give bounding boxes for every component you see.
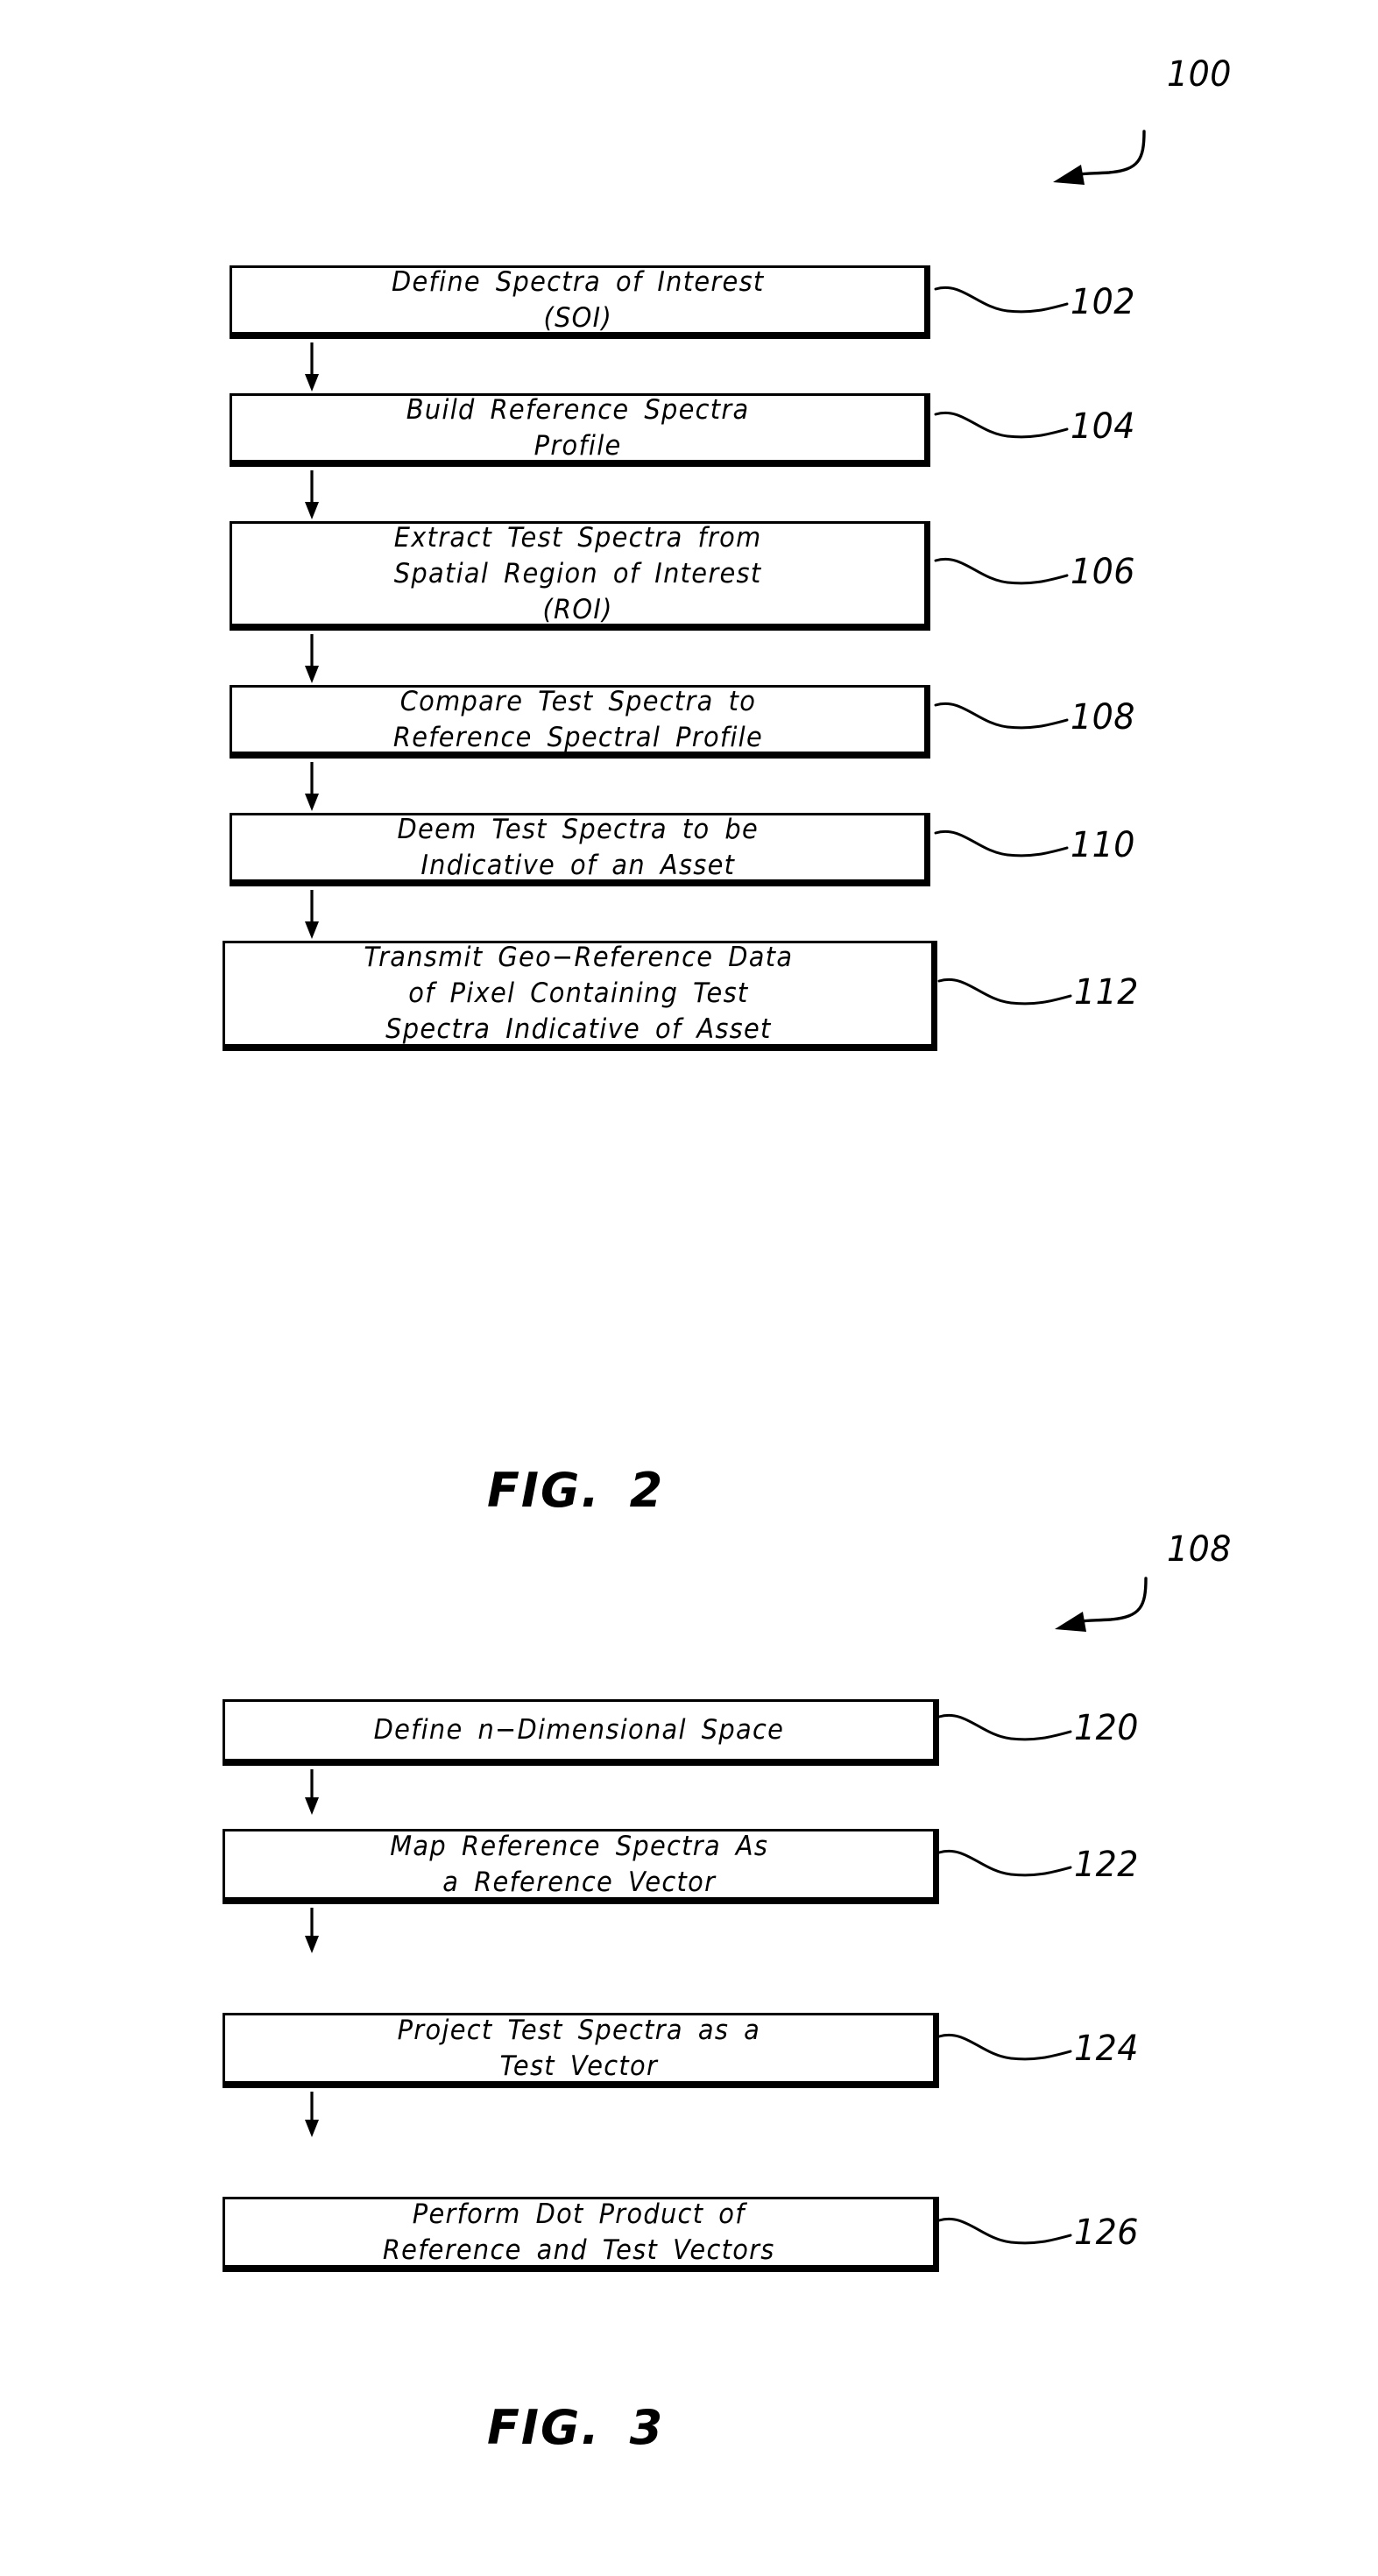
connector-arrow-120-122	[302, 1769, 322, 1815]
connector-arrow-108-110	[302, 762, 322, 811]
flow-step-label-122: Map Reference Spectra As a Reference Vec…	[390, 1830, 768, 1898]
flow-step-label-110: Deem Test Spectra to be Indicative of an…	[397, 813, 760, 881]
reference-numeral-102: 102	[1071, 282, 1135, 322]
reference-numeral-126: 126	[1074, 2213, 1139, 2253]
reference-numeral-122: 122	[1074, 1845, 1139, 1885]
flow-step-label-108: Compare Test Spectra to Reference Spectr…	[392, 685, 764, 753]
flow-step-box-126[interactable]: Perform Dot Product of Reference and Tes…	[223, 2197, 939, 2272]
connector-arrow-104-106	[302, 470, 322, 519]
reference-numeral-124: 124	[1074, 2029, 1139, 2069]
flow-step-box-124[interactable]: Project Test Spectra as a Test Vector	[223, 2013, 939, 2088]
flow-step-label-106: Extract Test Spectra from Spatial Region…	[394, 521, 762, 625]
flow-step-label-126: Perform Dot Product of Reference and Tes…	[383, 2198, 775, 2266]
connector-arrow-102-104	[302, 342, 322, 392]
flow-step-label-102: Define Spectra of Interest (SOI)	[392, 265, 765, 334]
reference-numeral-112: 112	[1074, 972, 1139, 1013]
flow-step-label-124: Project Test Spectra as a Test Vector	[397, 2014, 761, 2082]
reference-numeral-108: 108	[1071, 697, 1135, 738]
connector-arrow-106-108	[302, 634, 322, 683]
flow-step-label-112: Transmit Geo−Reference Data of Pixel Con…	[364, 942, 793, 1045]
reference-numeral-110: 110	[1071, 825, 1135, 865]
leader-line-110	[934, 829, 1085, 864]
figure-3-caption: FIG. 3	[487, 2400, 665, 2455]
flow-step-label-104: Build Reference Spectra Profile	[406, 393, 750, 462]
fig3-pointer-leader	[1042, 1577, 1183, 1647]
leader-line-122	[937, 1848, 1088, 1883]
patent-drawing-page: 100 Define Spectra of Interest (SOI) 102…	[0, 0, 1378, 2576]
flow-step-box-104[interactable]: Build Reference Spectra Profile	[230, 393, 930, 467]
reference-numeral-106: 106	[1071, 552, 1135, 592]
leader-line-124	[937, 2032, 1088, 2067]
reference-numeral-104: 104	[1071, 406, 1135, 447]
leader-line-120	[937, 1712, 1088, 1747]
connector-arrow-122-124	[302, 1908, 322, 1953]
fig2-pointer-leader	[1041, 130, 1181, 200]
flow-step-box-106[interactable]: Extract Test Spectra from Spatial Region…	[230, 521, 930, 631]
flow-step-box-102[interactable]: Define Spectra of Interest (SOI)	[230, 265, 930, 339]
connector-arrow-110-112	[302, 890, 322, 939]
flow-step-box-112[interactable]: Transmit Geo−Reference Data of Pixel Con…	[223, 941, 937, 1051]
leader-line-112	[937, 977, 1088, 1012]
fig2-reference-numeral: 100	[1167, 54, 1232, 95]
leader-line-106	[934, 556, 1085, 591]
flow-step-label-120: Define n−Dimensional Space	[373, 1714, 785, 1746]
flow-step-box-122[interactable]: Map Reference Spectra As a Reference Vec…	[223, 1829, 939, 1904]
leader-line-104	[934, 410, 1085, 445]
reference-numeral-120: 120	[1074, 1708, 1139, 1748]
fig3-reference-numeral: 108	[1167, 1529, 1232, 1570]
leader-line-102	[934, 285, 1085, 320]
connector-arrow-124-126	[302, 2092, 322, 2137]
flow-step-box-108[interactable]: Compare Test Spectra to Reference Spectr…	[230, 685, 930, 759]
leader-line-108	[934, 701, 1085, 736]
flow-step-box-120[interactable]: Define n−Dimensional Space	[223, 1699, 939, 1766]
leader-line-126	[937, 2216, 1088, 2251]
figure-2-caption: FIG. 2	[487, 1463, 665, 1518]
flow-step-box-110[interactable]: Deem Test Spectra to be Indicative of an…	[230, 813, 930, 886]
